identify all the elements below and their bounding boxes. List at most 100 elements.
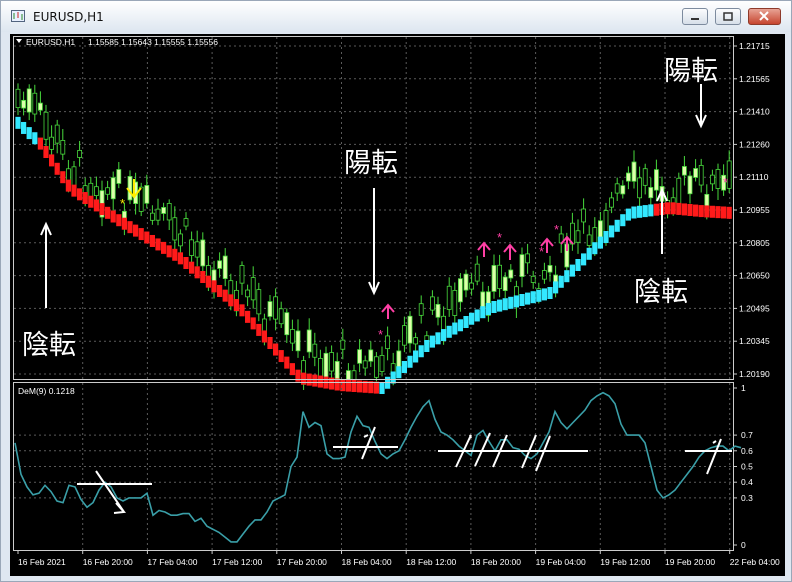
buy-star-icon: *	[539, 244, 544, 259]
heiken-bar	[513, 295, 519, 308]
heiken-bar	[508, 296, 514, 309]
candle-body	[200, 239, 206, 267]
heiken-bar	[676, 202, 682, 215]
heiken-bar	[121, 217, 127, 230]
heiken-bar	[312, 374, 318, 387]
heiken-bar	[441, 329, 447, 342]
terminal-window: EURUSD,H1 EURUSD,H1 1.15585 1.15643 1.15…	[0, 0, 792, 582]
heiken-bar	[77, 188, 83, 201]
heiken-bar	[177, 252, 183, 265]
heiken-bar	[110, 210, 116, 223]
candle-body	[306, 329, 312, 353]
candle-body	[676, 177, 682, 205]
price-tick-label: 1.21110	[739, 172, 769, 182]
heiken-bar	[457, 319, 463, 332]
candle-body	[54, 124, 60, 144]
candle-body	[698, 164, 704, 186]
heiken-bar	[653, 203, 659, 216]
close-button[interactable]	[748, 8, 781, 25]
candle-body	[609, 197, 614, 208]
dropdown-triangle-icon[interactable]	[16, 39, 22, 43]
heiken-bar	[407, 355, 413, 368]
heiken-bar	[99, 203, 105, 216]
time-tick-label: 18 Feb 04:00	[342, 557, 392, 567]
restore-icon	[723, 12, 733, 21]
minimize-button[interactable]	[682, 8, 708, 25]
heiken-bar	[396, 366, 402, 379]
heiken-bar	[721, 206, 727, 219]
candle-body	[239, 265, 245, 284]
heiken-bar	[105, 206, 111, 219]
heiken-bar	[390, 371, 396, 384]
heiken-bar	[631, 206, 637, 219]
up-arrow-icon	[40, 221, 52, 308]
candle-body	[435, 303, 441, 318]
heiken-bar	[429, 335, 435, 348]
candle-body	[654, 169, 659, 191]
buy-star-icon: *	[378, 327, 383, 342]
price-axis: 1.21715 1.21565 1.21410 1.21260 1.21110 1.209…	[733, 41, 770, 379]
candle-body	[217, 260, 223, 269]
time-tick-label: 18 Feb 20:00	[471, 557, 521, 567]
heiken-bar	[620, 214, 626, 227]
indicator-tick-label: 0.5	[741, 462, 753, 472]
price-tick-label: 1.20345	[739, 336, 770, 346]
candle-body	[642, 168, 648, 186]
indicator-axis: 1 0.7 0.6 0.5 0.4 0.3 0	[733, 383, 753, 550]
candle-body	[37, 102, 43, 111]
buy-star-icon: *	[723, 175, 728, 190]
price-tick-label: 1.21565	[739, 74, 770, 84]
heiken-bar	[564, 270, 570, 283]
time-tick-label: 19 Feb 12:00	[600, 557, 650, 567]
candle-body	[519, 254, 525, 277]
heiken-bar	[261, 330, 267, 343]
window-title: EURUSD,H1	[33, 10, 104, 24]
candle-body	[693, 168, 698, 178]
candle-body	[446, 285, 452, 310]
chart-window-icon	[11, 10, 25, 22]
heiken-bar	[519, 294, 525, 306]
heiken-bar	[586, 247, 592, 260]
chart-area[interactable]: EURUSD,H1 1.15585 1.15643 1.15555 1.1555…	[10, 34, 785, 576]
candle-body	[94, 186, 99, 196]
restore-button[interactable]	[715, 8, 741, 25]
heiken-bar	[452, 322, 458, 335]
symbol-label: EURUSD,H1	[26, 37, 75, 47]
heiken-bar	[278, 350, 284, 363]
candle-body	[631, 161, 637, 182]
candle-body	[508, 269, 514, 279]
candle-body	[256, 289, 262, 315]
candle-body	[267, 301, 273, 317]
candle-body	[183, 218, 189, 227]
heiken-bar	[43, 146, 49, 158]
candle-body	[127, 176, 133, 201]
candle-body	[340, 339, 346, 350]
heiken-bar	[715, 206, 721, 219]
indicator-tick-label: 0.7	[741, 430, 753, 440]
heiken-bar	[200, 271, 206, 283]
heiken-bar	[138, 228, 144, 241]
heiken-bar	[373, 381, 379, 394]
annotation-in-2: 陰転	[634, 277, 688, 307]
candle-body	[429, 296, 435, 311]
heiken-bar	[642, 205, 648, 218]
candle-body	[547, 265, 553, 273]
indicator-tick-label: 0.4	[741, 477, 753, 487]
heiken-bar	[502, 298, 508, 311]
candle-body	[469, 282, 475, 290]
candle-body	[289, 329, 295, 344]
price-tick-label: 1.20190	[739, 369, 770, 379]
title-bar[interactable]: EURUSD,H1	[1, 1, 791, 32]
candle-body	[172, 217, 178, 241]
candle-body	[60, 140, 66, 155]
chart-canvas[interactable]: EURUSD,H1 1.15585 1.15643 1.15555 1.1555…	[10, 34, 785, 576]
heiken-bar	[474, 309, 480, 322]
heiken-bar	[726, 206, 732, 219]
heiken-bar	[648, 204, 654, 217]
candle-body	[334, 361, 340, 380]
heiken-bar	[233, 299, 239, 311]
ohlc-label: 1.15585 1.15643 1.15555 1.15556	[88, 37, 218, 47]
heiken-bar	[435, 332, 441, 345]
heiken-bar	[670, 202, 676, 215]
candle-body	[189, 239, 195, 256]
